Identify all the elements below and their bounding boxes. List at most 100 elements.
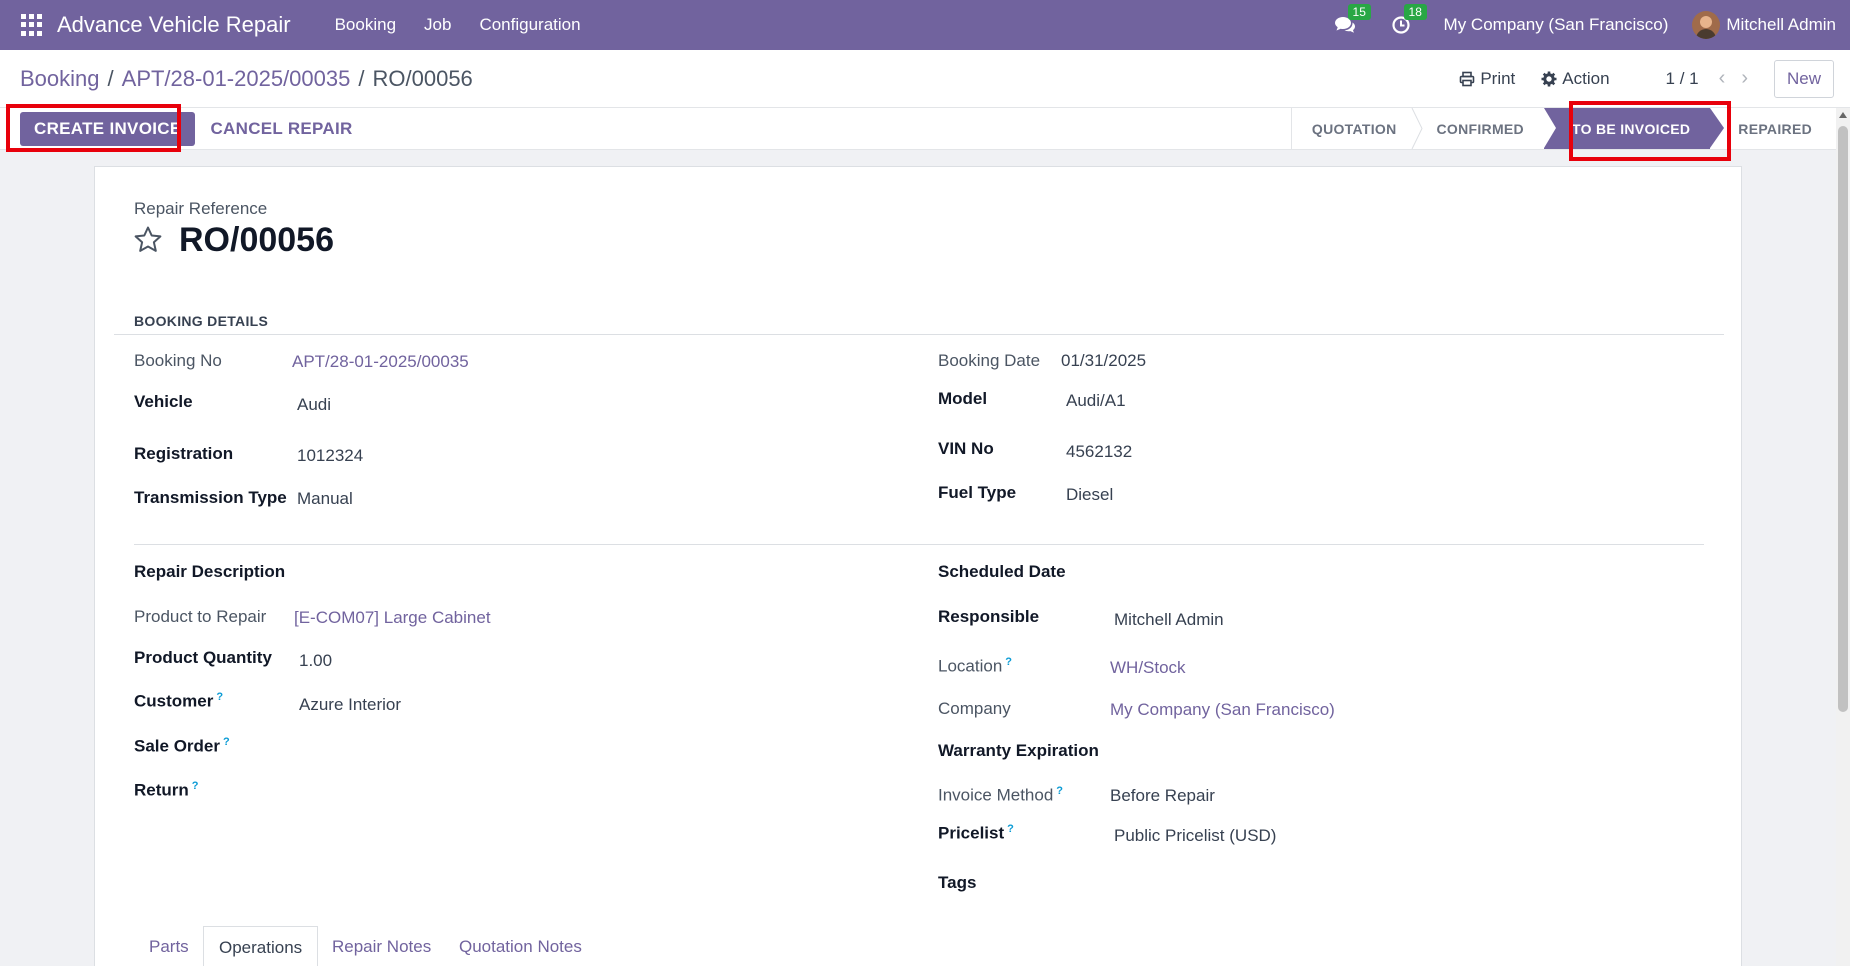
breadcrumb: Booking / APT/28-01-2025/00035 / RO/0005… (20, 66, 473, 92)
customer-label-text: Customer (134, 691, 214, 711)
menu-booking[interactable]: Booking (321, 15, 410, 35)
invoice-method-value[interactable]: Before Repair (1110, 786, 1215, 806)
booking-no-link[interactable]: APT/28-01-2025/00035 (292, 352, 469, 372)
fuel-type-value[interactable]: Diesel (1066, 485, 1113, 505)
apps-grid-icon[interactable] (21, 14, 43, 36)
tab-quotation-notes[interactable]: Quotation Notes (459, 926, 582, 966)
user-menu[interactable]: Mitchell Admin (1726, 15, 1836, 35)
model-value[interactable]: Audi/A1 (1066, 391, 1126, 411)
return-label-text: Return (134, 780, 189, 800)
registration-label: Registration (134, 444, 234, 463)
menu-configuration[interactable]: Configuration (465, 15, 594, 35)
location-label: Location? (938, 656, 1012, 677)
group-divider (134, 544, 1704, 545)
registration-value[interactable]: 1012324 (297, 446, 363, 466)
return-label: Return? (134, 780, 199, 801)
invoice-method-label-text: Invoice Method (938, 785, 1054, 805)
fuel-type-label: Fuel Type (938, 483, 1017, 502)
customer-label: Customer? (134, 691, 223, 712)
pricelist-value[interactable]: Public Pricelist (USD) (1114, 826, 1276, 846)
pricelist-label: Pricelist? (938, 823, 1014, 844)
pricelist-help-icon[interactable]: ? (1007, 823, 1014, 835)
gear-icon (1541, 71, 1557, 86)
user-avatar[interactable] (1692, 11, 1721, 39)
section-divider (114, 334, 1724, 335)
menu-job[interactable]: Job (410, 15, 465, 35)
vin-label: VIN No (938, 439, 994, 458)
pager-previous-chevron-left-icon[interactable]: ‹ (1719, 67, 1726, 90)
stage-divider-chevron-icon (1411, 108, 1423, 149)
product-quantity-value[interactable]: 1.00 (299, 651, 332, 671)
model-label: Model (938, 389, 988, 408)
tags-label: Tags (938, 873, 977, 892)
breadcrumb-separator: / (107, 65, 114, 91)
messages-count-badge: 15 (1347, 4, 1371, 20)
cancel-repair-button[interactable]: CANCEL REPAIR (210, 119, 352, 139)
activities-button[interactable]: 18 (1388, 4, 1427, 38)
page-scrollbar[interactable] (1836, 108, 1850, 966)
location-label-text: Location (938, 656, 1003, 676)
print-label: Print (1480, 68, 1516, 88)
scroll-up-arrow-icon[interactable] (1839, 112, 1847, 118)
product-to-repair-label: Product to Repair (134, 607, 267, 626)
favorite-star-icon[interactable] (133, 225, 163, 255)
customer-help-icon[interactable]: ? (216, 691, 223, 703)
stage-repaired-label: REPAIRED (1738, 120, 1812, 137)
sale-order-label: Sale Order? (134, 736, 230, 757)
booking-date-value[interactable]: 01/31/2025 (1061, 351, 1146, 371)
vin-value[interactable]: 4562132 (1066, 442, 1132, 462)
company-switcher[interactable]: My Company (San Francisco) (1444, 15, 1669, 35)
print-button[interactable]: Print (1459, 69, 1515, 89)
app-brand[interactable]: Advance Vehicle Repair (57, 12, 291, 38)
repair-description-label: Repair Description (134, 562, 286, 581)
return-help-icon[interactable]: ? (192, 780, 199, 792)
product-to-repair-link[interactable]: [E-COM07] Large Cabinet (294, 608, 491, 628)
transmission-value[interactable]: Manual (297, 489, 353, 509)
pager-value[interactable]: 1 / 1 (1666, 69, 1699, 89)
booking-details-header: BOOKING DETAILS (134, 313, 269, 329)
status-stages: QUOTATION CONFIRMED TO BE INVOICED REPAI… (1290, 108, 1832, 149)
responsible-label: Responsible (938, 607, 1040, 626)
stage-confirmed-label: CONFIRMED (1436, 120, 1524, 137)
invoice-method-help-icon[interactable]: ? (1056, 785, 1063, 797)
breadcrumb-separator: / (358, 65, 365, 91)
vehicle-value[interactable]: Audi (297, 395, 331, 415)
company-link[interactable]: My Company (San Francisco) (1110, 700, 1335, 720)
form-sheet: Repair Reference RO/00056 BOOKING DETAIL… (94, 166, 1742, 966)
action-button[interactable]: Action (1541, 68, 1610, 89)
location-help-icon[interactable]: ? (1005, 656, 1012, 668)
sale-order-help-icon[interactable]: ? (223, 736, 230, 748)
stage-quotation-label: QUOTATION (1311, 120, 1397, 137)
activities-count-badge: 18 (1403, 4, 1427, 20)
customer-value[interactable]: Azure Interior (299, 695, 401, 715)
repair-reference-label: Repair Reference (134, 199, 268, 218)
messages-button[interactable]: 15 (1332, 4, 1371, 38)
pager-next-chevron-right-icon[interactable]: › (1741, 67, 1748, 90)
stage-quotation[interactable]: QUOTATION (1292, 108, 1423, 149)
invoice-method-label: Invoice Method? (938, 785, 1063, 806)
breadcrumb-current: RO/00056 (372, 65, 473, 91)
breadcrumb-booking-ref[interactable]: APT/28-01-2025/00035 (122, 66, 351, 92)
product-quantity-label: Product Quantity (134, 648, 272, 667)
warranty-expiration-label: Warranty Expiration (938, 741, 1099, 760)
new-button[interactable]: New (1773, 59, 1834, 98)
tab-operations[interactable]: Operations (203, 926, 319, 966)
company-label: Company (938, 699, 1011, 718)
create-invoice-highlight (6, 104, 181, 152)
scrollbar-thumb[interactable] (1838, 126, 1848, 712)
breadcrumb-booking[interactable]: Booking (20, 66, 100, 92)
top-navbar: Advance Vehicle Repair Booking Job Confi… (0, 0, 1850, 50)
tab-repair-notes[interactable]: Repair Notes (332, 926, 431, 966)
tab-parts[interactable]: Parts (149, 926, 189, 966)
transmission-label: Transmission Type (134, 488, 287, 507)
record-title: RO/00056 (179, 221, 334, 259)
location-link[interactable]: WH/Stock (1110, 658, 1186, 678)
printer-icon (1460, 71, 1475, 86)
action-label: Action (1562, 68, 1610, 88)
control-panel: Booking / APT/28-01-2025/00035 / RO/0005… (0, 50, 1850, 107)
booking-date-label: Booking Date (938, 351, 1041, 370)
stage-confirmed[interactable]: CONFIRMED (1417, 108, 1544, 149)
responsible-value[interactable]: Mitchell Admin (1114, 610, 1224, 630)
vehicle-label: Vehicle (134, 392, 193, 411)
notebook-tabs: Parts Operations Repair Notes Quotation … (95, 926, 1743, 966)
